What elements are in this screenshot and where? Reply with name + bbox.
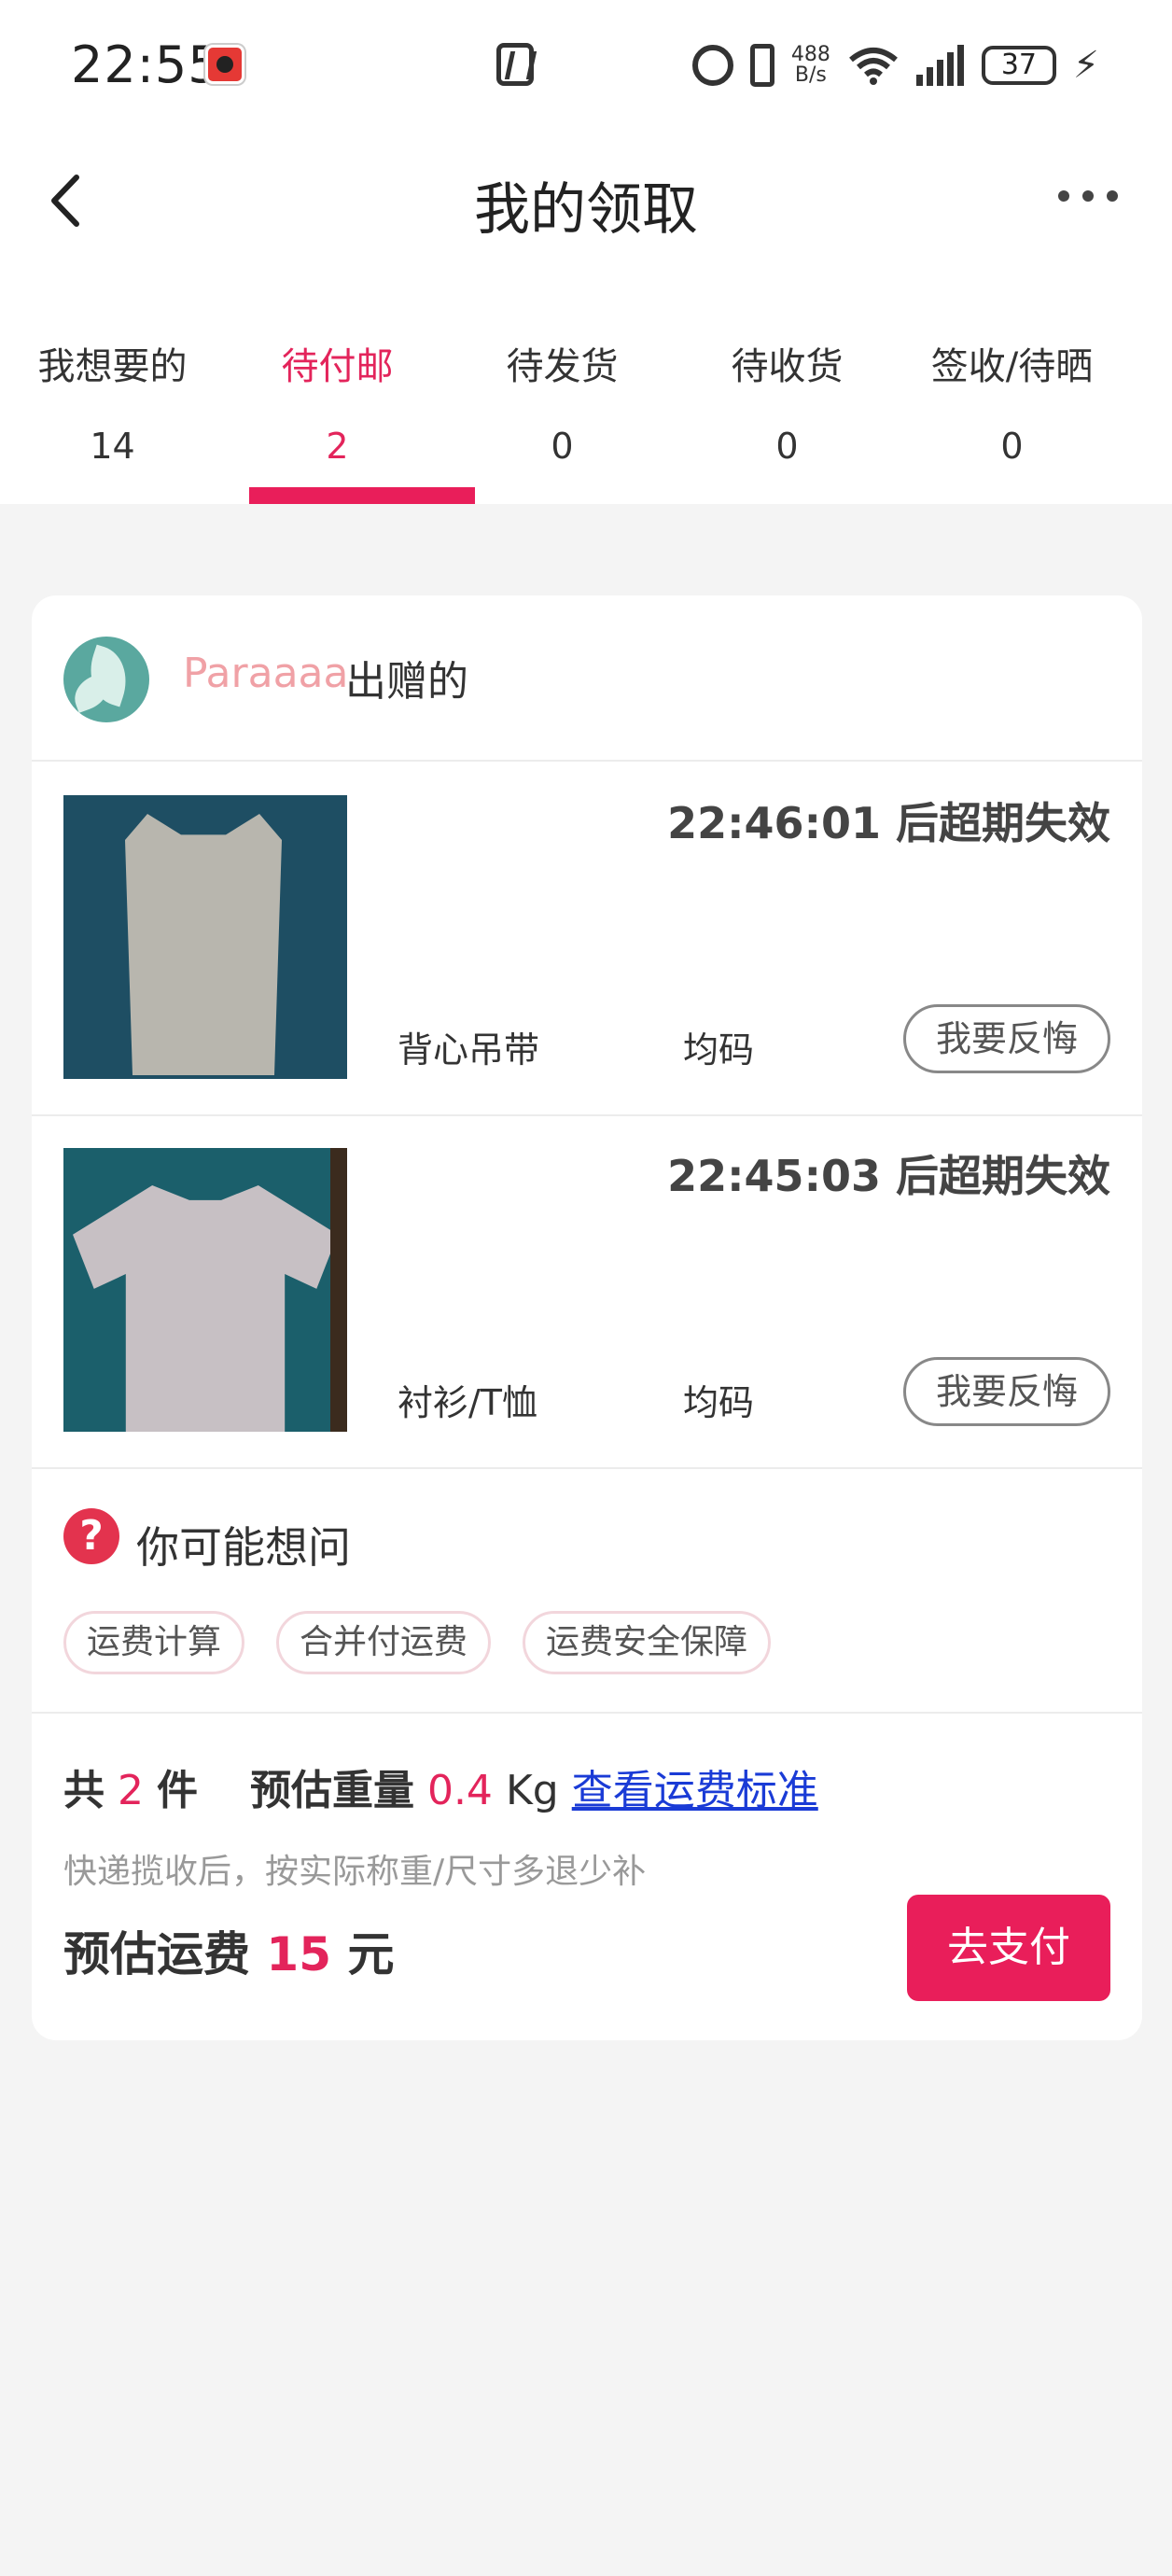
tab-count: 14 [90, 426, 135, 467]
faq-chips: 运费计算 合并付运费 运费安全保障 [63, 1611, 772, 1674]
battery-icon: 37 [981, 46, 1056, 85]
avatar[interactable] [63, 637, 149, 722]
order-totals: 共 2 件 预估重量 0.4 Kg 查看运费标准 [63, 1767, 818, 1814]
status-time: 22:55 [71, 35, 221, 94]
item-category: 衬衫/T恤 [398, 1382, 538, 1423]
regret-button[interactable]: 我要反悔 [903, 1357, 1110, 1426]
signal-icon [915, 45, 965, 86]
faq-chip-merge-postage[interactable]: 合并付运费 [276, 1611, 492, 1674]
tab-pending-postage[interactable]: 待付邮 2 [225, 317, 475, 504]
tab-indicator [249, 487, 475, 504]
giver-row[interactable]: Paraaaa 出赠的 [32, 595, 1142, 762]
expire-countdown: 22:45:03 后超期失效 [667, 1151, 1110, 1201]
item-image[interactable] [63, 795, 347, 1079]
faq-chip-shipping-security[interactable]: 运费安全保障 [523, 1611, 772, 1674]
payment-summary: 共 2 件 预估重量 0.4 Kg 查看运费标准 快递揽收后，按实际称重/尺寸多… [32, 1715, 1142, 2040]
hanger-detail [330, 1148, 347, 1432]
net-speed: 488 B/s [790, 43, 830, 87]
fee-standard-link[interactable]: 查看运费标准 [572, 1767, 818, 1814]
status-tabs: 我想要的 14 待付邮 2 待发货 0 待收货 0 签收/待晒 0 [0, 317, 1172, 504]
tab-label: 待付邮 [281, 345, 394, 388]
tab-label: 待收货 [731, 345, 844, 388]
tab-label: 签收/待晒 [930, 345, 1094, 388]
charging-icon: ⚡ [1072, 44, 1099, 87]
regret-button[interactable]: 我要反悔 [903, 1004, 1110, 1073]
tab-pending-receipt[interactable]: 待收货 0 [675, 317, 900, 504]
t-shirt-image [73, 1185, 338, 1432]
wifi-icon [847, 45, 900, 86]
tank-top-image [125, 814, 282, 1075]
alarm-icon [691, 45, 733, 86]
fee-value: 15 [266, 1927, 332, 1981]
nfc-icon [496, 43, 534, 86]
tab-count: 0 [551, 426, 574, 467]
tab-label: 我想要的 [37, 345, 188, 388]
faq-title: 你可能想问 [136, 1522, 351, 1573]
app-notification-icon [205, 45, 244, 84]
order-item[interactable]: 22:45:03 后超期失效 衬衫/T恤 均码 我要反悔 [32, 1116, 1142, 1469]
faq-chip-shipping-calc[interactable]: 运费计算 [63, 1611, 245, 1674]
estimated-fee: 预估运费 15 元 [63, 1927, 395, 1981]
order-card: Paraaaa 出赠的 22:46:01 后超期失效 背心吊带 均码 我要反悔 … [32, 595, 1142, 2040]
nav-bar: 我的领取 [0, 140, 1172, 261]
question-icon: ? [63, 1508, 119, 1564]
tab-wanted[interactable]: 我想要的 14 [0, 317, 225, 504]
more-icon[interactable] [1051, 177, 1125, 215]
tab-label: 待发货 [506, 345, 619, 388]
vibrate-icon [749, 44, 774, 87]
order-item[interactable]: 22:46:01 后超期失效 背心吊带 均码 我要反悔 [32, 763, 1142, 1116]
item-size: 均码 [683, 1029, 755, 1071]
expire-countdown: 22:46:01 后超期失效 [667, 798, 1110, 848]
item-image[interactable] [63, 1148, 347, 1432]
header-area: 22:55 488 B/s 37 ⚡ 我的领取 我想要的 14 待付邮 2 待发… [0, 0, 1172, 504]
page-title: 我的领取 [474, 177, 698, 243]
weight-label: 预估重量 [249, 1767, 414, 1814]
tab-pending-shipment[interactable]: 待发货 0 [450, 317, 675, 504]
tab-signed-review[interactable]: 签收/待晒 0 [900, 317, 1124, 504]
fee-note: 快递揽收后，按实际称重/尺寸多退少补 [63, 1853, 647, 1891]
tab-count: 0 [775, 426, 799, 467]
tab-count: 0 [1000, 426, 1024, 467]
item-category: 背心吊带 [398, 1029, 540, 1071]
pay-button[interactable]: 去支付 [907, 1895, 1110, 2001]
tab-count: 2 [326, 426, 349, 467]
giver-name[interactable]: Paraaaa [183, 650, 348, 697]
total-count: 2 [118, 1767, 144, 1814]
faq-section: ? 你可能想问 运费计算 合并付运费 运费安全保障 [32, 1467, 1142, 1714]
status-bar: 22:55 488 B/s 37 ⚡ [0, 0, 1172, 131]
giver-suffix: 出赠的 [345, 658, 468, 706]
item-size: 均码 [683, 1382, 755, 1423]
weight-value: 0.4 [426, 1767, 493, 1814]
weight-unit: Kg [505, 1767, 559, 1814]
